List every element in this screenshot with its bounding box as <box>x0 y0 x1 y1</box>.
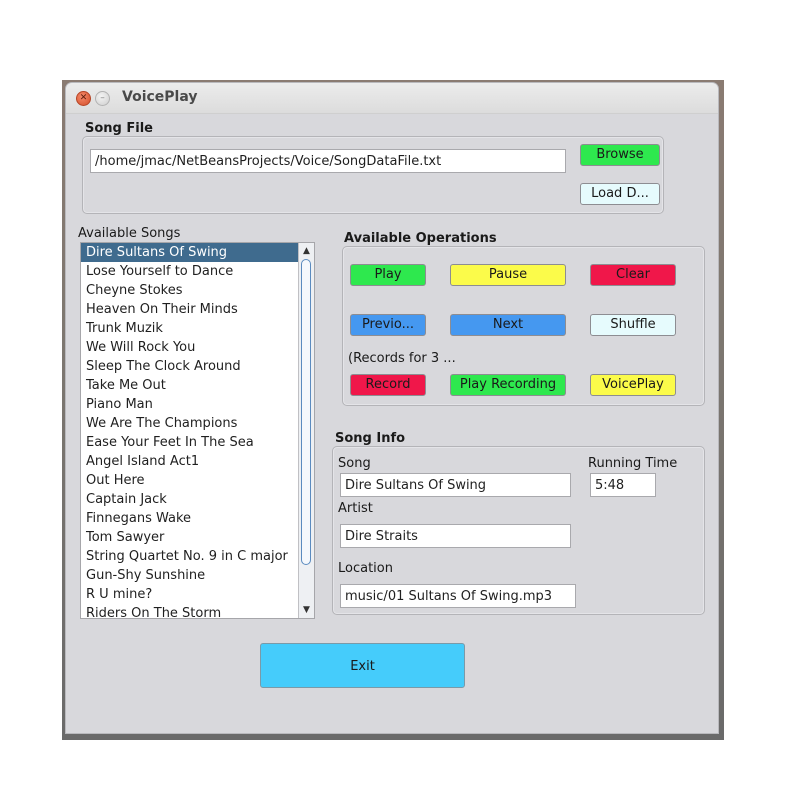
voiceplay-button[interactable]: VoicePlay <box>590 374 676 396</box>
song-list-item[interactable]: Tom Sawyer <box>81 528 299 547</box>
song-list-item[interactable]: Gun-Shy Sunshine <box>81 566 299 585</box>
song-list[interactable]: Dire Sultans Of Swing Lose Yourself to Da… <box>80 242 315 619</box>
scroll-down-arrow-icon[interactable]: ▼ <box>299 603 314 617</box>
title-bar[interactable]: ✕ – VoicePlay <box>66 83 718 114</box>
song-list-item[interactable]: Trunk Muzik <box>81 319 299 338</box>
song-list-item[interactable]: Captain Jack <box>81 490 299 509</box>
clear-button[interactable]: Clear <box>590 264 676 286</box>
available-operations-label: Available Operations <box>344 231 497 246</box>
shuffle-button[interactable]: Shuffle <box>590 314 676 336</box>
song-name-input[interactable]: Dire Sultans Of Swing <box>340 473 571 497</box>
song-list-item[interactable]: Heaven On Their Minds <box>81 300 299 319</box>
song-list-item[interactable]: Ease Your Feet In The Sea <box>81 433 299 452</box>
song-file-label: Song File <box>85 121 153 136</box>
song-file-panel: /home/jmac/NetBeansProjects/Voice/SongDa… <box>82 136 664 214</box>
song-list-item[interactable]: Riders On The Storm <box>81 604 299 618</box>
scrollbar-thumb[interactable] <box>301 259 311 565</box>
location-input[interactable]: music/01 Sultans Of Swing.mp3 <box>340 584 576 608</box>
minimize-window-icon[interactable]: – <box>95 91 110 106</box>
song-list-item[interactable]: Out Here <box>81 471 299 490</box>
load-data-button[interactable]: Load D... <box>580 183 660 205</box>
scroll-up-arrow-icon[interactable]: ▲ <box>299 244 314 258</box>
song-list-item[interactable]: Dire Sultans Of Swing <box>81 243 299 262</box>
artist-input[interactable]: Dire Straits <box>340 524 571 548</box>
record-button[interactable]: Record <box>350 374 426 396</box>
song-list-scrollbar[interactable]: ▲ ▼ <box>298 243 314 618</box>
song-list-item[interactable]: We Are The Champions <box>81 414 299 433</box>
available-songs-label: Available Songs <box>78 226 181 241</box>
song-list-item[interactable]: Take Me Out <box>81 376 299 395</box>
song-info-label: Song Info <box>335 431 406 446</box>
song-field-label: Song <box>338 456 371 471</box>
play-button[interactable]: Play <box>350 264 426 286</box>
browse-button[interactable]: Browse <box>580 144 660 166</box>
song-list-items: Dire Sultans Of Swing Lose Yourself to Da… <box>81 243 299 618</box>
previous-button[interactable]: Previo... <box>350 314 426 336</box>
close-window-icon[interactable]: ✕ <box>76 91 91 106</box>
song-list-item[interactable]: We Will Rock You <box>81 338 299 357</box>
song-list-item[interactable]: Angel Island Act1 <box>81 452 299 471</box>
window-title: VoicePlay <box>122 89 198 105</box>
next-button[interactable]: Next <box>450 314 566 336</box>
running-time-input[interactable]: 5:48 <box>590 473 656 497</box>
song-list-item[interactable]: R U mine? <box>81 585 299 604</box>
operations-panel: Play Pause Clear Previo... Next Shuffle … <box>342 246 705 406</box>
song-list-item[interactable]: Lose Yourself to Dance <box>81 262 299 281</box>
song-list-item[interactable]: Piano Man <box>81 395 299 414</box>
song-list-item[interactable]: String Quartet No. 9 in C major <box>81 547 299 566</box>
voiceplay-window: ✕ – VoicePlay Song File /home/jmac/NetBe… <box>66 83 718 733</box>
records-note: (Records for 3 ... <box>348 351 456 366</box>
exit-button[interactable]: Exit <box>260 643 465 688</box>
song-list-item[interactable]: Sleep The Clock Around <box>81 357 299 376</box>
song-info-panel: Song Dire Sultans Of Swing Running Time … <box>332 446 705 615</box>
song-list-item[interactable]: Cheyne Stokes <box>81 281 299 300</box>
location-label: Location <box>338 561 393 576</box>
artist-label: Artist <box>338 501 373 516</box>
running-time-label: Running Time <box>588 456 678 471</box>
song-file-path-input[interactable]: /home/jmac/NetBeansProjects/Voice/SongDa… <box>90 149 566 173</box>
pause-button[interactable]: Pause <box>450 264 566 286</box>
play-recording-button[interactable]: Play Recording <box>450 374 566 396</box>
song-list-item[interactable]: Finnegans Wake <box>81 509 299 528</box>
